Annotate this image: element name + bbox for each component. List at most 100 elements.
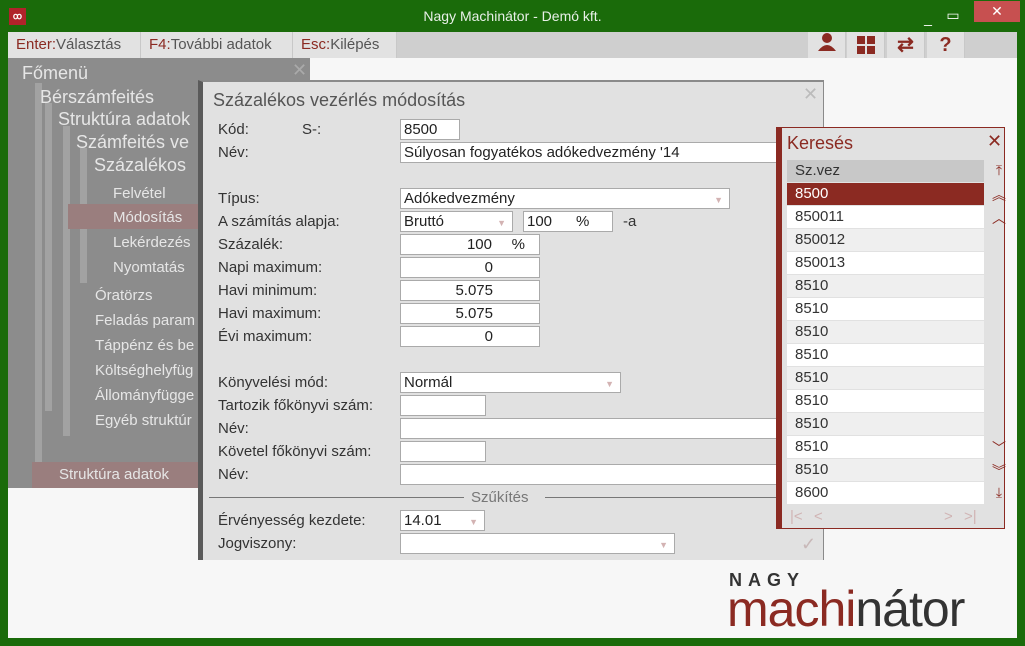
kovetel-nev-label: Név: [218, 466, 249, 483]
napi-max-label: Napi maximum: [218, 259, 323, 276]
list-item[interactable]: 8510 [787, 390, 984, 412]
tree-line [35, 83, 42, 488]
scroll-bottom-icon[interactable]: ⤓ [992, 484, 1006, 501]
menu-item[interactable]: Feladás param [95, 312, 198, 329]
logo-dark: nátor [855, 581, 965, 637]
menu-action-lekerdezes[interactable]: Lekérdezés [113, 234, 191, 251]
divider [545, 497, 785, 498]
menu-item[interactable]: Állományfügge [95, 387, 198, 404]
toolbar: Enter:Választás F4:További adatok Esc:Ki… [8, 32, 1017, 58]
evi-max-label: Évi maximum: [218, 328, 313, 345]
list-item[interactable]: 850011 [787, 206, 984, 228]
alap-suffix: -a [623, 213, 637, 230]
menu-title: Főmenü [22, 63, 89, 83]
minimize-button[interactable]: _ [915, 8, 941, 29]
alap-percent-input[interactable]: 100% [523, 211, 613, 232]
szazalek-value: 100 [466, 236, 492, 253]
window-title: Nagy Machinátor - Demó kft. [423, 8, 602, 24]
list-item[interactable]: 8510 [787, 367, 984, 389]
tipus-label: Típus: [218, 190, 260, 207]
konyv-mod-select[interactable]: Normál [400, 372, 621, 393]
list-item[interactable]: 8600 [787, 482, 984, 504]
action-label: További adatok [170, 36, 272, 53]
menu-action-modositas[interactable]: Módosítás [113, 209, 182, 226]
menu-close-icon[interactable]: ✕ [292, 60, 307, 81]
list-item[interactable]: 8510 [787, 344, 984, 366]
havi-max-input[interactable]: 5.075 [400, 303, 540, 324]
list-item-selected[interactable]: 8500 [787, 183, 984, 205]
kod-prefix: S-: [302, 121, 322, 138]
menu-footer-item[interactable]: Struktúra adatok [59, 466, 169, 483]
key-label: Esc: [301, 36, 331, 53]
menu-item[interactable]: Óratörzs [95, 287, 153, 304]
f4-more-data-button[interactable]: F4:További adatok [141, 32, 293, 58]
tartozik-nev-input[interactable] [400, 418, 780, 439]
dialog-close-icon[interactable]: ✕ [803, 84, 818, 105]
nev-label: Név: [218, 144, 249, 161]
scroll-up-icon[interactable]: ︿ [992, 208, 1006, 228]
menu-item[interactable]: Egyéb struktúr [95, 412, 198, 429]
action-label: Kilépés [330, 36, 380, 53]
kovetel-input[interactable] [400, 441, 486, 462]
maximize-button[interactable]: ▭ [940, 5, 966, 26]
page-up-icon[interactable]: ︽ [992, 185, 1006, 205]
jogviszony-label: Jogviszony: [218, 535, 297, 552]
nev-input[interactable]: Súlyosan fogyatékos adókedvezmény '14 [400, 142, 780, 163]
list-item[interactable]: 8510 [787, 413, 984, 435]
menu-level-2[interactable]: Struktúra adatok [58, 109, 190, 130]
szazalek-input[interactable]: 100% [400, 234, 540, 255]
close-button[interactable]: ✕ [974, 1, 1020, 22]
menu-item[interactable]: Táppénz és be [95, 337, 198, 354]
tartozik-input[interactable] [400, 395, 486, 416]
tipus-select[interactable]: Adókedvezmény [400, 188, 730, 209]
konyv-mod-label: Könyvelési mód: [218, 374, 329, 391]
page-down-icon[interactable]: ︾ [992, 461, 1006, 481]
menu-level-3[interactable]: Számfeités ve [76, 132, 198, 153]
search-close-icon[interactable]: ✕ [987, 131, 1002, 152]
erv-label: Érvényesség kezdete: [218, 512, 366, 529]
havi-min-input[interactable]: 5.075 [400, 280, 540, 301]
kovetel-nev-input[interactable] [400, 464, 780, 485]
menu-action-nyomtatas[interactable]: Nyomtatás [113, 259, 185, 276]
kod-label: Kód: [218, 121, 249, 138]
tartozik-nev-label: Név: [218, 420, 249, 437]
column-header[interactable]: Sz.vez [787, 160, 984, 182]
next-page-icon[interactable]: > [944, 508, 953, 525]
list-item[interactable]: 8510 [787, 298, 984, 320]
menu-level-1[interactable]: Bérszámfeités [40, 87, 154, 108]
list-item[interactable]: 8510 [787, 436, 984, 458]
list-item[interactable]: 8510 [787, 321, 984, 343]
kod-input[interactable]: 8500 [400, 119, 460, 140]
alap-percent-value: 100 [527, 213, 553, 230]
confirm-check-icon[interactable]: ✓ [801, 534, 816, 555]
esc-exit-button[interactable]: Esc:Kilépés [293, 32, 397, 58]
list-item[interactable]: 8510 [787, 275, 984, 297]
swap-icon[interactable]: ⇄ [887, 32, 925, 58]
grid-icon[interactable] [847, 32, 885, 58]
alap-select[interactable]: Bruttó [400, 211, 513, 232]
list-item[interactable]: 850012 [787, 229, 984, 251]
enter-select-button[interactable]: Enter:Választás [8, 32, 141, 58]
scroll-down-icon[interactable]: ﹀ [992, 438, 1006, 458]
user-icon[interactable] [808, 32, 846, 58]
menu-item[interactable]: Költséghelyfüg [95, 362, 198, 379]
prev-page-icon[interactable]: < [814, 508, 823, 525]
jogviszony-select[interactable] [400, 533, 675, 554]
last-page-icon[interactable]: >| [964, 508, 977, 525]
erv-select[interactable]: 14.01 [400, 510, 485, 531]
help-icon[interactable]: ? [927, 32, 965, 58]
first-page-icon[interactable]: |< [790, 508, 803, 525]
title-bar: ꝏ Nagy Machinátor - Demó kft. _ ▭ ✕ [0, 0, 1025, 32]
search-panel: Keresés ✕ Sz.vez 8500 850011 850012 850013 8… [776, 127, 1006, 529]
menu-level-4[interactable]: Százalékos [94, 155, 186, 176]
menu-action-felvetel[interactable]: Felvétel [113, 185, 166, 202]
key-label: F4: [149, 36, 171, 53]
scroll-top-icon[interactable]: ⤒ [992, 162, 1006, 179]
evi-max-input[interactable]: 0 [400, 326, 540, 347]
logo-red: machi [727, 581, 856, 637]
list-item[interactable]: 850013 [787, 252, 984, 274]
tree-line [63, 126, 70, 436]
list-item[interactable]: 8510 [787, 459, 984, 481]
napi-max-input[interactable]: 0 [400, 257, 540, 278]
havi-min-label: Havi minimum: [218, 282, 318, 299]
